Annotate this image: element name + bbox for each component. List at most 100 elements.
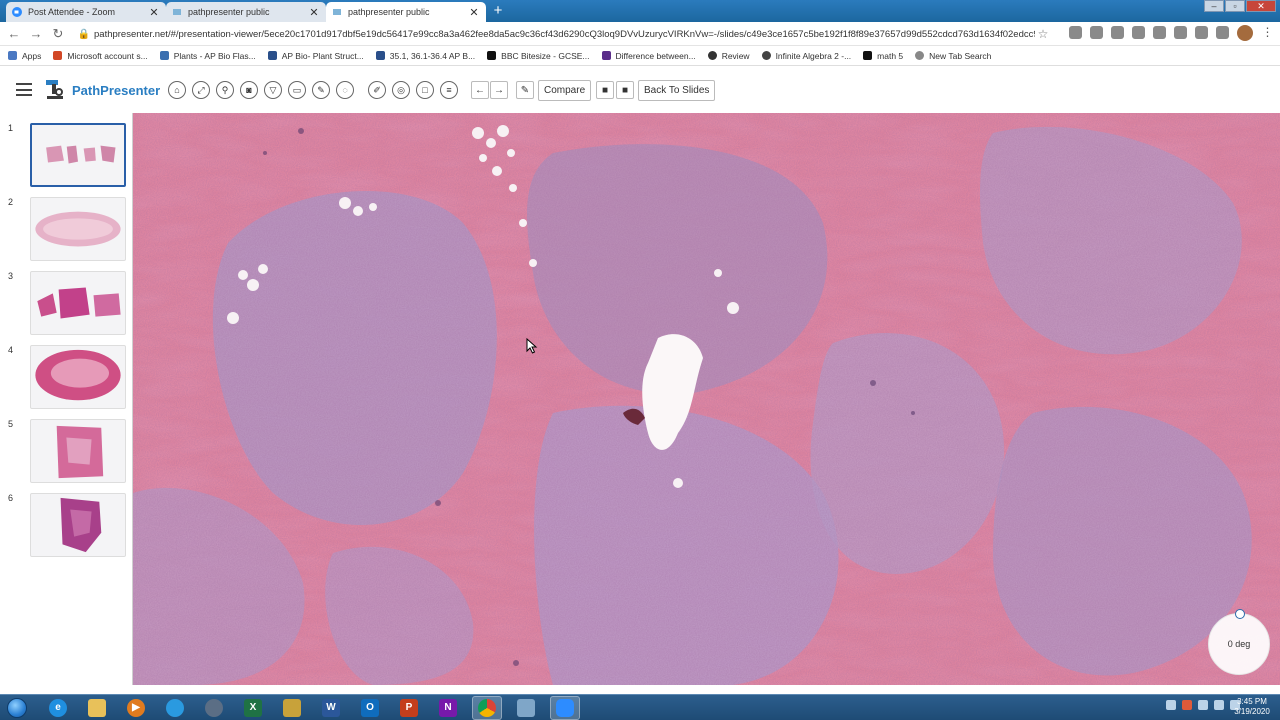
taskbar-app[interactable]: X xyxy=(238,696,268,720)
extension-icon[interactable] xyxy=(1195,26,1208,39)
annotate-button[interactable]: ✐ xyxy=(368,81,386,99)
taskbar-app[interactable]: P xyxy=(394,696,424,720)
tray-arrow-icon[interactable] xyxy=(1166,700,1176,710)
record-video-button[interactable]: ■ xyxy=(596,81,614,99)
attach-button[interactable]: ✎ xyxy=(516,81,534,99)
back-arrow-icon[interactable]: ← xyxy=(3,23,25,45)
slide-thumbnail[interactable] xyxy=(30,419,126,483)
extension-icon[interactable] xyxy=(1132,26,1145,39)
minimize-button[interactable]: – xyxy=(1204,0,1224,12)
close-icon[interactable]: ✕ xyxy=(148,6,160,19)
bookmarks-bar: Apps Microsoft account s... Plants - AP … xyxy=(0,46,1280,66)
back-to-slides-button[interactable]: Back To Slides xyxy=(638,80,716,101)
filter-icon: ▽ xyxy=(269,84,277,95)
browser-tab-pathpresenter-2[interactable]: pathpresenter public ✕ xyxy=(326,2,486,22)
slide-thumbnail[interactable] xyxy=(30,271,126,335)
bookmark-item[interactable]: Infinite Algebra 2 -... xyxy=(761,51,851,61)
rotation-handle[interactable] xyxy=(1235,609,1245,619)
tray-app-icon[interactable] xyxy=(1182,700,1192,710)
extension-icon[interactable] xyxy=(1090,26,1103,39)
taskbar-app[interactable] xyxy=(277,696,307,720)
new-tab-button[interactable]: + xyxy=(489,3,507,19)
slide-thumbnail[interactable] xyxy=(30,123,126,187)
bookmark-item[interactable]: Review xyxy=(707,51,750,61)
window-close-button[interactable]: ✕ xyxy=(1246,0,1276,12)
bookmark-item[interactable]: math 5 xyxy=(863,51,903,61)
extension-icon[interactable] xyxy=(1174,26,1187,39)
window-controls: – ▫ ✕ xyxy=(1203,0,1276,12)
draw-button[interactable]: ✎ xyxy=(312,81,330,99)
start-button[interactable] xyxy=(0,695,34,720)
bookmark-item[interactable]: New Tab Search xyxy=(915,51,991,61)
zoom-button[interactable]: ⚲ xyxy=(216,81,234,99)
zoom-icon xyxy=(12,7,22,17)
slide-thumbnail-item[interactable]: 4 xyxy=(0,345,133,411)
taskbar-app[interactable] xyxy=(511,696,541,720)
rectangle-button[interactable]: □ xyxy=(416,81,434,99)
slide-thumbnail[interactable] xyxy=(30,345,126,409)
histology-slide-image[interactable] xyxy=(133,113,1280,685)
bookmark-item[interactable]: 35.1, 36.1-36.4 AP B... xyxy=(375,51,475,61)
slide-thumbnail[interactable] xyxy=(30,197,126,261)
home-button[interactable]: ⌂ xyxy=(168,81,186,99)
list-button[interactable]: ≡ xyxy=(440,81,458,99)
hamburger-menu-icon[interactable] xyxy=(16,83,32,96)
slide-thumbnail-item[interactable]: 5 xyxy=(0,419,133,485)
compare-button[interactable]: Compare xyxy=(538,80,592,101)
taskbar-app[interactable]: O xyxy=(355,696,385,720)
tray-app-icon[interactable] xyxy=(1198,700,1208,710)
present-button[interactable]: ▭ xyxy=(288,81,306,99)
forward-arrow-icon[interactable]: → xyxy=(25,23,47,45)
slide-thumbnail-item[interactable]: 2 xyxy=(0,197,133,263)
taskbar-app-chrome[interactable] xyxy=(472,695,502,720)
url-text[interactable]: pathpresenter.net/#/presentation-viewer/… xyxy=(92,29,1035,40)
profile-avatar[interactable] xyxy=(1237,25,1253,41)
target-button[interactable]: ◎ xyxy=(392,81,410,99)
kebab-menu-icon[interactable]: ⋮ xyxy=(1261,26,1274,39)
slide-viewer-canvas[interactable]: 0 deg xyxy=(133,113,1280,685)
browser-tab-zoom[interactable]: Post Attendee - Zoom ✕ xyxy=(6,2,166,22)
stop-button[interactable]: ■ xyxy=(616,81,634,99)
next-slide-button[interactable]: → xyxy=(490,81,508,99)
network-icon[interactable] xyxy=(1214,700,1224,710)
star-icon[interactable]: ☆ xyxy=(1035,27,1051,41)
close-icon[interactable]: ✕ xyxy=(468,6,480,19)
taskbar-app[interactable]: W xyxy=(316,696,346,720)
slide-thumbnail-item[interactable]: 3 xyxy=(0,271,133,337)
taskbar-app[interactable]: e xyxy=(43,696,73,720)
bookmark-apps[interactable]: Apps xyxy=(8,51,41,61)
reload-icon[interactable]: ↻ xyxy=(47,23,69,45)
filter-button[interactable]: ▽ xyxy=(264,81,282,99)
zoom-icon xyxy=(556,698,574,717)
extension-icon[interactable] xyxy=(1111,26,1124,39)
taskbar-app[interactable] xyxy=(199,696,229,720)
extension-icon[interactable] xyxy=(1153,26,1166,39)
slide-thumbnail[interactable] xyxy=(30,493,126,557)
maximize-button[interactable]: ▫ xyxy=(1225,0,1245,12)
taskbar-app[interactable] xyxy=(82,696,112,720)
url-omnibox[interactable]: 🔒 pathpresenter.net/#/presentation-viewe… xyxy=(76,24,1051,44)
snapshot-button[interactable]: ◙ xyxy=(240,81,258,99)
bookmark-icon xyxy=(601,51,611,60)
bookmark-item[interactable]: Plants - AP Bio Flas... xyxy=(159,51,256,61)
taskbar-app[interactable]: ▶ xyxy=(121,696,151,720)
bookmark-item[interactable]: Microsoft account s... xyxy=(53,51,148,61)
lasso-button[interactable]: ◌ xyxy=(336,81,354,99)
bookmark-item[interactable]: Difference between... xyxy=(601,51,696,61)
taskbar-app[interactable]: N xyxy=(433,696,463,720)
extension-icon[interactable] xyxy=(1216,26,1229,39)
bookmark-item[interactable]: BBC Bitesize - GCSE... xyxy=(487,51,590,61)
taskbar-clock[interactable]: 3:45 PM 3/19/2020 xyxy=(1232,697,1272,717)
slide-thumbnail-item[interactable]: 1 xyxy=(0,123,133,189)
quizlet-icon xyxy=(375,51,385,60)
slide-thumbnail-item[interactable]: 6 xyxy=(0,493,133,559)
taskbar-app[interactable] xyxy=(160,696,190,720)
fullscreen-button[interactable]: ⤢ xyxy=(192,81,210,99)
rotation-dial[interactable]: 0 deg xyxy=(1208,609,1270,675)
previous-slide-button[interactable]: ← xyxy=(471,81,489,99)
extension-icon[interactable] xyxy=(1069,26,1082,39)
bookmark-item[interactable]: AP Bio- Plant Struct... xyxy=(267,51,364,61)
close-icon[interactable]: ✕ xyxy=(308,6,320,19)
browser-tab-pathpresenter-1[interactable]: pathpresenter public ✕ xyxy=(166,2,326,22)
taskbar-app-zoom[interactable] xyxy=(550,695,580,720)
